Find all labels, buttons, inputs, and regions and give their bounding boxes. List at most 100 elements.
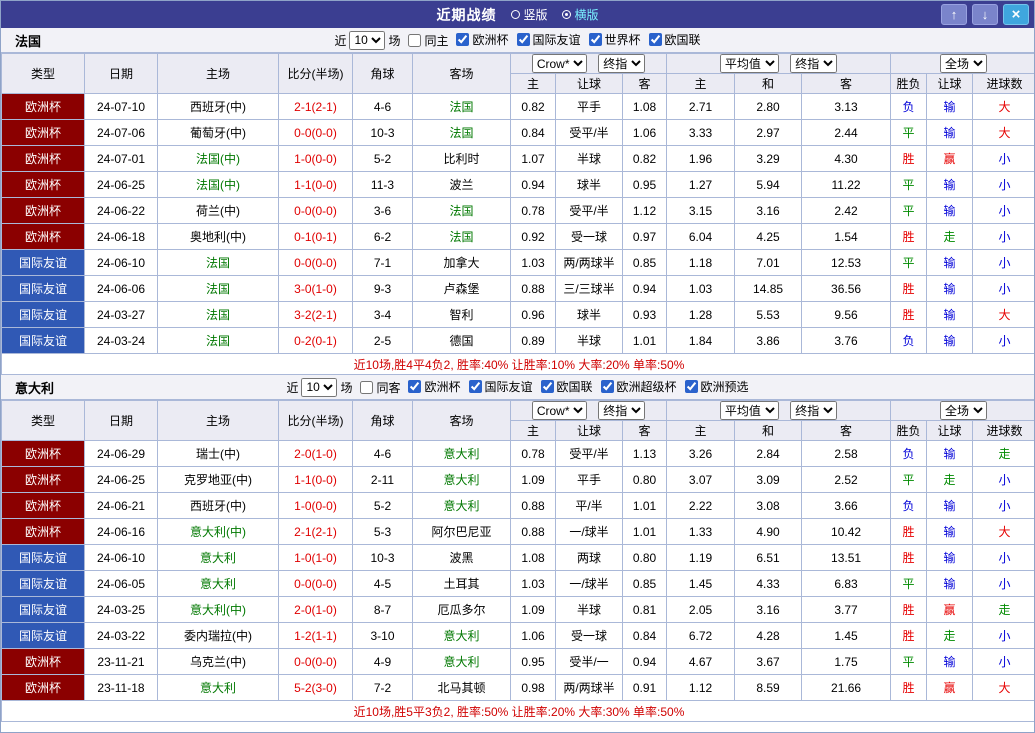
handicap-away-odds: 0.95 (623, 172, 667, 198)
away-team: 阿尔巴尼亚 (413, 519, 511, 545)
league-filter-checkbox[interactable]: 国际友谊 (517, 31, 581, 48)
handicap-outcome: 输 (927, 519, 973, 545)
matches-table-italy: 类型 日期 主场 比分(半场) 角球 客场 Crow* 终指 平均值 终指 (1, 400, 1035, 722)
recent-count-select[interactable]: 10 (301, 378, 337, 397)
avg-away-odds: 1.45 (802, 623, 891, 649)
same-venue-checkbox[interactable] (360, 381, 373, 394)
recent-count-select[interactable]: 10 (349, 31, 385, 50)
home-team: 葡萄牙(中) (158, 120, 279, 146)
goals-outcome: 大 (973, 519, 1035, 545)
same-venue-checkbox[interactable] (408, 34, 421, 47)
goals-outcome: 大 (973, 302, 1035, 328)
final-average-select[interactable]: 终指 (790, 54, 837, 73)
avg-draw-odds: 3.86 (735, 328, 802, 354)
result-outcome: 平 (891, 250, 927, 276)
result-outcome: 负 (891, 328, 927, 354)
avg-home-odds: 1.19 (667, 545, 735, 571)
league-checkbox[interactable] (408, 380, 421, 393)
layout-radio-horizontal[interactable]: 横版 (562, 6, 599, 23)
league-checkbox[interactable] (517, 33, 530, 46)
match-scope-select[interactable]: 全场 (940, 401, 987, 420)
match-score: 0-0(0-0) (279, 649, 353, 675)
league-checkbox[interactable] (685, 380, 698, 393)
match-row: 欧洲杯24-06-21西班牙(中)1-0(0-0)5-2意大利0.88平/半1.… (2, 493, 1035, 519)
section-header-france: 法国 近 10 场 同主 欧洲杯国际友谊世界杯欧国联 (1, 28, 1034, 53)
handicap-away-odds: 0.97 (623, 224, 667, 250)
same-venue-filter[interactable]: 同主 (408, 32, 448, 49)
match-row: 欧洲杯24-06-25法国(中)1-1(0-0)11-3波兰0.94球半0.95… (2, 172, 1035, 198)
handicap-away-odds: 0.82 (623, 146, 667, 172)
match-row: 国际友谊24-03-24法国0-2(0-1)2-5德国0.89半球1.011.8… (2, 328, 1035, 354)
league-label: 欧洲杯 (424, 378, 460, 395)
home-team: 意大利(中) (158, 519, 279, 545)
match-type: 欧洲杯 (2, 649, 85, 675)
close-button[interactable]: × (1003, 4, 1029, 25)
average-select[interactable]: 平均值 (720, 54, 779, 73)
avg-home-odds: 4.67 (667, 649, 735, 675)
match-date: 24-06-25 (85, 172, 158, 198)
bookmaker-select[interactable]: Crow* (532, 401, 587, 420)
league-checkbox[interactable] (601, 380, 614, 393)
result-outcome: 胜 (891, 675, 927, 701)
col-header-result: 胜负 (891, 421, 927, 441)
summary-row: 近10场,胜4平4负2, 胜率:40% 让胜率:10% 大率:20% 单率:50… (2, 354, 1035, 375)
league-filter-checkbox[interactable]: 欧洲杯 (408, 378, 460, 395)
scroll-down-button[interactable]: ↓ (972, 4, 998, 25)
handicap-away-odds: 0.84 (623, 623, 667, 649)
match-row: 欧洲杯23-11-21乌克兰(中)0-0(0-0)4-9意大利0.95受半/一0… (2, 649, 1035, 675)
league-filter-checkbox[interactable]: 欧国联 (541, 378, 593, 395)
final-odds-select[interactable]: 终指 (598, 54, 645, 73)
home-team: 法国 (158, 302, 279, 328)
league-filter-checkbox[interactable]: 欧洲超级杯 (601, 378, 677, 395)
home-team: 委内瑞拉(中) (158, 623, 279, 649)
avg-draw-odds: 4.33 (735, 571, 802, 597)
league-filter-checkbox[interactable]: 欧洲预选 (685, 378, 749, 395)
league-checkbox[interactable] (589, 33, 602, 46)
col-header-hcp-line: 让球 (556, 74, 623, 94)
league-checkbox[interactable] (456, 33, 469, 46)
corner-score: 10-3 (353, 545, 413, 571)
league-checkbox[interactable] (541, 380, 554, 393)
filter-prefix-label: 近 (334, 32, 346, 49)
handicap-away-odds: 1.06 (623, 120, 667, 146)
result-outcome: 胜 (891, 224, 927, 250)
match-date: 24-03-27 (85, 302, 158, 328)
title-bar: 近期战绩 竖版 横版 ↑ ↓ × (1, 1, 1034, 28)
corner-score: 4-9 (353, 649, 413, 675)
match-scope-select[interactable]: 全场 (940, 54, 987, 73)
match-date: 24-06-18 (85, 224, 158, 250)
handicap-home-odds: 1.09 (511, 467, 556, 493)
league-filter-checkbox[interactable]: 世界杯 (589, 31, 641, 48)
same-venue-filter[interactable]: 同客 (360, 379, 400, 396)
col-header-avg-away: 客 (802, 74, 891, 94)
avg-away-odds: 36.56 (802, 276, 891, 302)
league-checkbox[interactable] (469, 380, 482, 393)
handicap-line: 受平/半 (556, 120, 623, 146)
league-filter-checkbox[interactable]: 国际友谊 (469, 378, 533, 395)
handicap-home-odds: 0.78 (511, 198, 556, 224)
match-date: 24-07-01 (85, 146, 158, 172)
league-filter-checkbox[interactable]: 欧国联 (649, 31, 701, 48)
col-header-hcp-home: 主 (511, 74, 556, 94)
avg-home-odds: 2.22 (667, 493, 735, 519)
league-checkbox[interactable] (649, 33, 662, 46)
bookmaker-select[interactable]: Crow* (532, 54, 587, 73)
final-average-select[interactable]: 终指 (790, 401, 837, 420)
col-header-goals: 进球数 (973, 421, 1035, 441)
result-outcome: 胜 (891, 623, 927, 649)
away-team: 加拿大 (413, 250, 511, 276)
match-row: 欧洲杯24-07-01法国(中)1-0(0-0)5-2比利时1.07半球0.82… (2, 146, 1035, 172)
handicap-selects-cell: Crow* 终指 (511, 401, 667, 421)
match-date: 24-07-10 (85, 94, 158, 120)
average-select[interactable]: 平均值 (720, 401, 779, 420)
league-filter-checkbox[interactable]: 欧洲杯 (456, 31, 508, 48)
avg-draw-odds: 6.51 (735, 545, 802, 571)
layout-radio-vertical[interactable]: 竖版 (510, 6, 547, 23)
scroll-up-button[interactable]: ↑ (941, 4, 967, 25)
avg-away-odds: 9.56 (802, 302, 891, 328)
col-header-avg-away: 客 (802, 421, 891, 441)
avg-draw-odds: 4.28 (735, 623, 802, 649)
match-score: 1-0(0-0) (279, 146, 353, 172)
away-team: 卢森堡 (413, 276, 511, 302)
final-odds-select[interactable]: 终指 (598, 401, 645, 420)
